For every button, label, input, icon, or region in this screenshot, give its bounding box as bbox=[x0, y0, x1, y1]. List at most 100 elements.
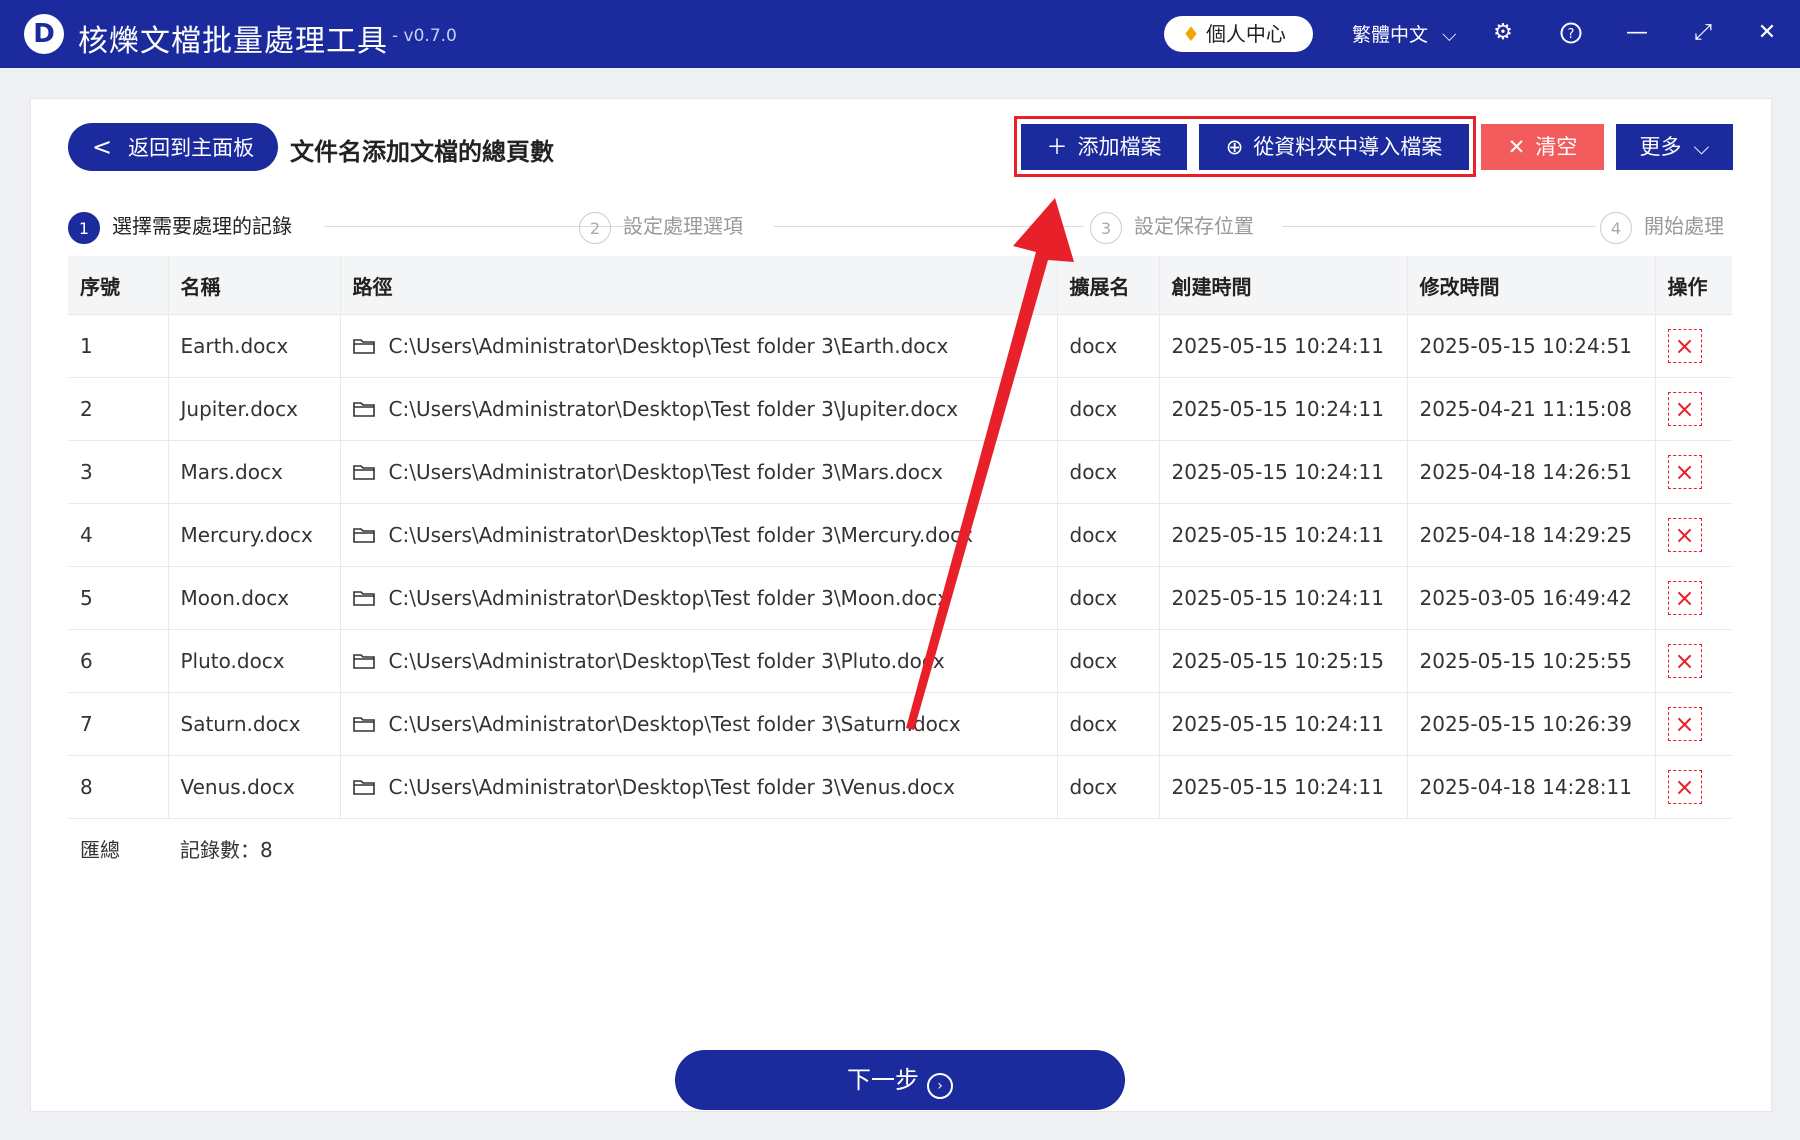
back-label: 返回到主面板 bbox=[128, 136, 255, 160]
file-extension: docx bbox=[1057, 755, 1160, 819]
created-time: 2025-05-15 10:24:11 bbox=[1159, 755, 1408, 819]
action-cell: × bbox=[1655, 314, 1732, 378]
file-name: Jupiter.docx bbox=[168, 377, 341, 441]
svg-text:?: ? bbox=[1568, 27, 1575, 42]
file-path-cell: C:\Users\Administrator\Desktop\Test fold… bbox=[340, 692, 1058, 756]
file-path-cell: C:\Users\Administrator\Desktop\Test fold… bbox=[340, 377, 1058, 441]
help-icon[interactable]: ? bbox=[1556, 18, 1586, 48]
modified-time: 2025-05-15 10:26:39 bbox=[1407, 692, 1656, 756]
file-path-cell: C:\Users\Administrator\Desktop\Test fold… bbox=[340, 755, 1058, 819]
arrow-right-circle-icon: › bbox=[927, 1073, 953, 1099]
created-time: 2025-05-15 10:24:11 bbox=[1159, 566, 1408, 630]
action-cell: × bbox=[1655, 629, 1732, 693]
table-row[interactable]: 5 Moon.docx C:\Users\Administrator\Desktop… bbox=[68, 566, 1732, 630]
folder-icon[interactable] bbox=[352, 775, 389, 799]
file-path: C:\Users\Administrator\Desktop\Test fold… bbox=[388, 523, 973, 547]
folder-icon[interactable] bbox=[352, 460, 389, 484]
file-path-cell: C:\Users\Administrator\Desktop\Test fold… bbox=[340, 314, 1058, 378]
folder-icon[interactable] bbox=[352, 523, 389, 547]
app-logo: D bbox=[24, 14, 64, 54]
file-path: C:\Users\Administrator\Desktop\Test fold… bbox=[388, 586, 950, 610]
action-cell: × bbox=[1655, 503, 1732, 567]
folder-icon[interactable] bbox=[352, 586, 389, 610]
table-row[interactable]: 8 Venus.docx C:\Users\Administrator\Deskto… bbox=[68, 755, 1732, 819]
file-path-cell: C:\Users\Administrator\Desktop\Test fold… bbox=[340, 629, 1058, 693]
table-row[interactable]: 1 Earth.docx C:\Users\Administrator\Deskto… bbox=[68, 314, 1732, 378]
file-name: Moon.docx bbox=[168, 566, 341, 630]
modified-time: 2025-04-18 14:26:51 bbox=[1407, 440, 1656, 504]
modified-time: 2025-04-21 11:15:08 bbox=[1407, 377, 1656, 441]
step-4: 4 開始處理 bbox=[1600, 208, 1724, 244]
folder-icon[interactable] bbox=[352, 649, 389, 673]
more-button[interactable]: 更多 ⌵ bbox=[1616, 124, 1733, 170]
folder-icon[interactable] bbox=[352, 712, 389, 736]
action-cell: × bbox=[1655, 755, 1732, 819]
personal-center-button[interactable]: ♦ 個人中心 bbox=[1164, 16, 1313, 52]
step-1-label: 選擇需要處理的記錄 bbox=[112, 214, 292, 238]
chevron-down-icon: ⌵ bbox=[1693, 135, 1710, 159]
delete-row-icon[interactable]: × bbox=[1667, 455, 1702, 489]
gear-icon[interactable]: ⚙ bbox=[1488, 18, 1518, 48]
created-time: 2025-05-15 10:24:11 bbox=[1159, 503, 1408, 567]
file-path-cell: C:\Users\Administrator\Desktop\Test fold… bbox=[340, 566, 1058, 630]
step-2-label: 設定處理選項 bbox=[623, 214, 743, 238]
next-step-button[interactable]: 下一步 › bbox=[675, 1050, 1125, 1110]
clear-button[interactable]: ✕ 清空 bbox=[1481, 124, 1604, 170]
delete-row-icon[interactable]: × bbox=[1667, 707, 1702, 741]
clear-label: 清空 bbox=[1535, 135, 1578, 159]
file-extension: docx bbox=[1057, 314, 1160, 378]
record-count: 記錄數：8 bbox=[168, 818, 1732, 877]
more-label: 更多 bbox=[1639, 135, 1682, 159]
file-extension: docx bbox=[1057, 503, 1160, 567]
table-row[interactable]: 7 Saturn.docx C:\Users\Administrator\Deskt… bbox=[68, 692, 1732, 756]
file-path: C:\Users\Administrator\Desktop\Test fold… bbox=[388, 775, 955, 799]
step-connector bbox=[1282, 226, 1596, 227]
file-path: C:\Users\Administrator\Desktop\Test fold… bbox=[388, 649, 945, 673]
file-name: Mars.docx bbox=[168, 440, 341, 504]
delete-row-icon[interactable]: × bbox=[1667, 581, 1702, 615]
back-to-dashboard-button[interactable]: < 返回到主面板 bbox=[68, 123, 278, 171]
folder-icon[interactable] bbox=[352, 334, 389, 358]
file-extension: docx bbox=[1057, 692, 1160, 756]
table-row[interactable]: 2 Jupiter.docx C:\Users\Administrator\Desk… bbox=[68, 377, 1732, 441]
column-header-path: 路徑 bbox=[340, 256, 1058, 315]
column-header-extension: 擴展名 bbox=[1057, 256, 1160, 315]
row-index: 5 bbox=[68, 566, 169, 630]
created-time: 2025-05-15 10:24:11 bbox=[1159, 314, 1408, 378]
row-index: 2 bbox=[68, 377, 169, 441]
page-title: 文件名添加文檔的總頁數 bbox=[290, 138, 554, 166]
created-time: 2025-05-15 10:24:11 bbox=[1159, 692, 1408, 756]
created-time: 2025-05-15 10:24:11 bbox=[1159, 377, 1408, 441]
file-path-cell: C:\Users\Administrator\Desktop\Test fold… bbox=[340, 440, 1058, 504]
file-extension: docx bbox=[1057, 377, 1160, 441]
delete-row-icon[interactable]: × bbox=[1667, 329, 1702, 363]
file-extension: docx bbox=[1057, 566, 1160, 630]
file-name: Saturn.docx bbox=[168, 692, 341, 756]
delete-row-icon[interactable]: × bbox=[1667, 770, 1702, 804]
row-index: 8 bbox=[68, 755, 169, 819]
step-2-number: 2 bbox=[579, 211, 611, 244]
table-row[interactable]: 3 Mars.docx C:\Users\Administrator\Desktop… bbox=[68, 440, 1732, 504]
column-header-modified: 修改時間 bbox=[1407, 256, 1656, 315]
row-index: 4 bbox=[68, 503, 169, 567]
step-2: 2 設定處理選項 bbox=[579, 208, 743, 244]
step-4-label: 開始處理 bbox=[1644, 214, 1724, 238]
delete-row-icon[interactable]: × bbox=[1667, 392, 1702, 426]
column-header-index: 序號 bbox=[68, 256, 169, 315]
next-step-label: 下一步 bbox=[847, 1066, 919, 1094]
maximize-icon[interactable]: ⤢ bbox=[1688, 18, 1718, 48]
table-row[interactable]: 4 Mercury.docx C:\Users\Administrator\Desk… bbox=[68, 503, 1732, 567]
chevron-down-icon: ⌵ bbox=[1442, 24, 1457, 46]
close-icon[interactable]: ✕ bbox=[1752, 18, 1782, 48]
step-connector bbox=[774, 226, 1084, 227]
language-select[interactable]: 繁體中文 ⌵ bbox=[1352, 20, 1456, 47]
action-cell: × bbox=[1655, 566, 1732, 630]
row-index: 7 bbox=[68, 692, 169, 756]
row-index: 1 bbox=[68, 314, 169, 378]
minimize-icon[interactable]: — bbox=[1622, 18, 1652, 48]
delete-row-icon[interactable]: × bbox=[1667, 644, 1702, 678]
folder-icon[interactable] bbox=[352, 397, 389, 421]
title-bar: D 核爍文檔批量處理工具 - v0.7.0 ♦ 個人中心 繁體中文 ⌵ ⚙ ? —… bbox=[0, 0, 1800, 68]
table-row[interactable]: 6 Pluto.docx C:\Users\Administrator\Deskto… bbox=[68, 629, 1732, 693]
delete-row-icon[interactable]: × bbox=[1667, 518, 1702, 552]
